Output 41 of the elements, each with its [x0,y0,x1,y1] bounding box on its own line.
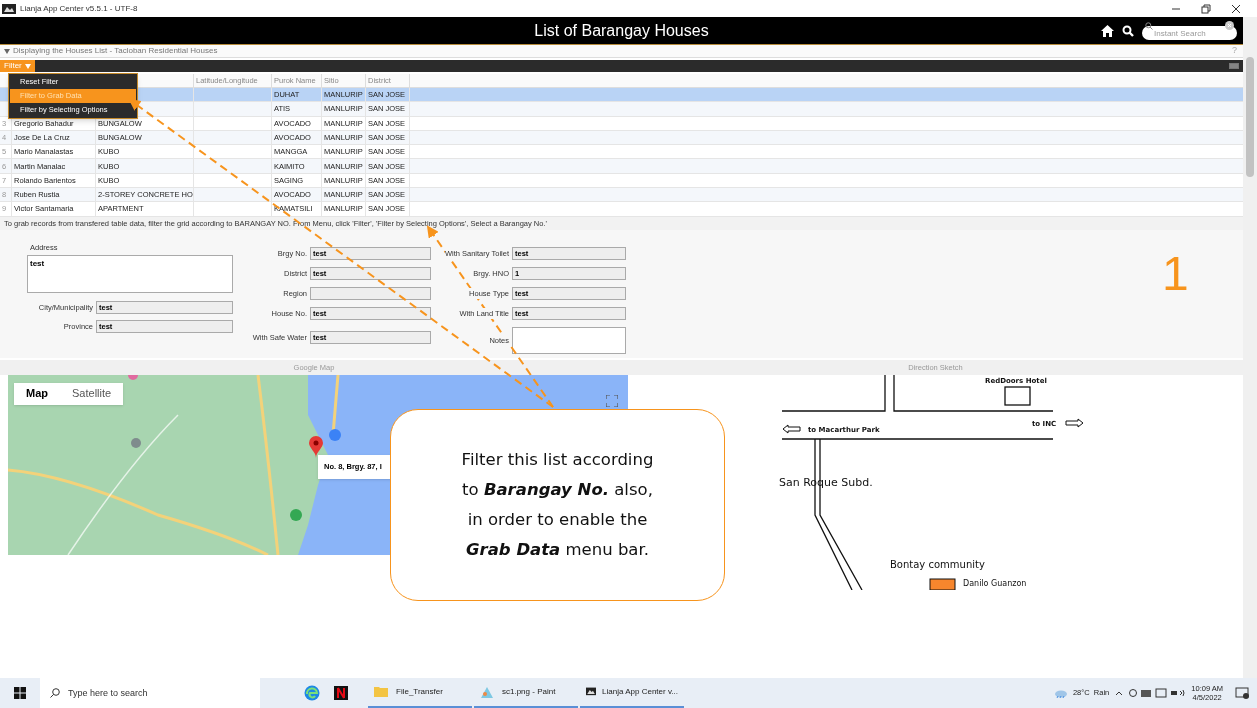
residence-marker [929,578,956,590]
video-app-icon[interactable] [334,686,348,700]
chevron-up-icon[interactable] [1115,690,1124,696]
section-caption: Displaying the Houses List - Tacloban Residential Houses [13,45,218,57]
folder-icon [374,685,390,699]
taskbar-app[interactable]: Lianja App Center v... [580,678,684,708]
location-pin-icon[interactable] [309,435,323,458]
fullscreen-icon[interactable] [606,394,618,407]
windows-start-icon[interactable] [14,687,26,699]
map-type-tab[interactable]: Map [14,382,60,405]
taskbar-app[interactable]: File_Transfer [368,678,472,708]
browser-icon[interactable] [304,685,320,701]
left-arrow-icon [782,424,801,434]
sketch-label: Danilo Guanzon [963,578,1027,588]
taskbar-app[interactable]: sc1.png - Paint [474,678,578,708]
search-icon [50,688,60,698]
text-field[interactable] [310,287,431,301]
address-field[interactable]: test [27,254,233,293]
search-icon [1145,21,1153,30]
caret-icon [24,63,31,69]
home-icon[interactable] [1101,24,1114,37]
hotel-marker [1004,386,1031,406]
app-icon [2,3,16,14]
map-type-tab[interactable]: Satellite [60,382,124,405]
sketch-label: Bontay community [890,558,985,570]
collapse-icon[interactable] [4,48,10,54]
system-tray-icons[interactable] [1129,688,1186,698]
page-number: 1 [1162,249,1189,298]
scrollbar[interactable] [1243,17,1257,678]
restore-icon[interactable] [1201,3,1211,14]
page-title: List of Barangay Houses [534,20,709,41]
callout-text: Filter this list according to Barangay No. also, in order to enable the Grab Data menu bar. [461,449,654,561]
taskbar-search-field[interactable]: Type here to search [40,678,260,708]
close-icon[interactable] [1231,3,1241,14]
notes-field[interactable] [512,326,626,354]
right-arrow-icon [1065,418,1084,428]
window-title: Lianja App Center v5.5.1 - UTF-8 [20,2,138,15]
instant-search-field[interactable]: Instant Search [1142,26,1237,40]
notifications-icon[interactable] [1235,687,1249,699]
clear-icon[interactable] [1225,21,1234,30]
search-icon[interactable] [1122,24,1134,37]
